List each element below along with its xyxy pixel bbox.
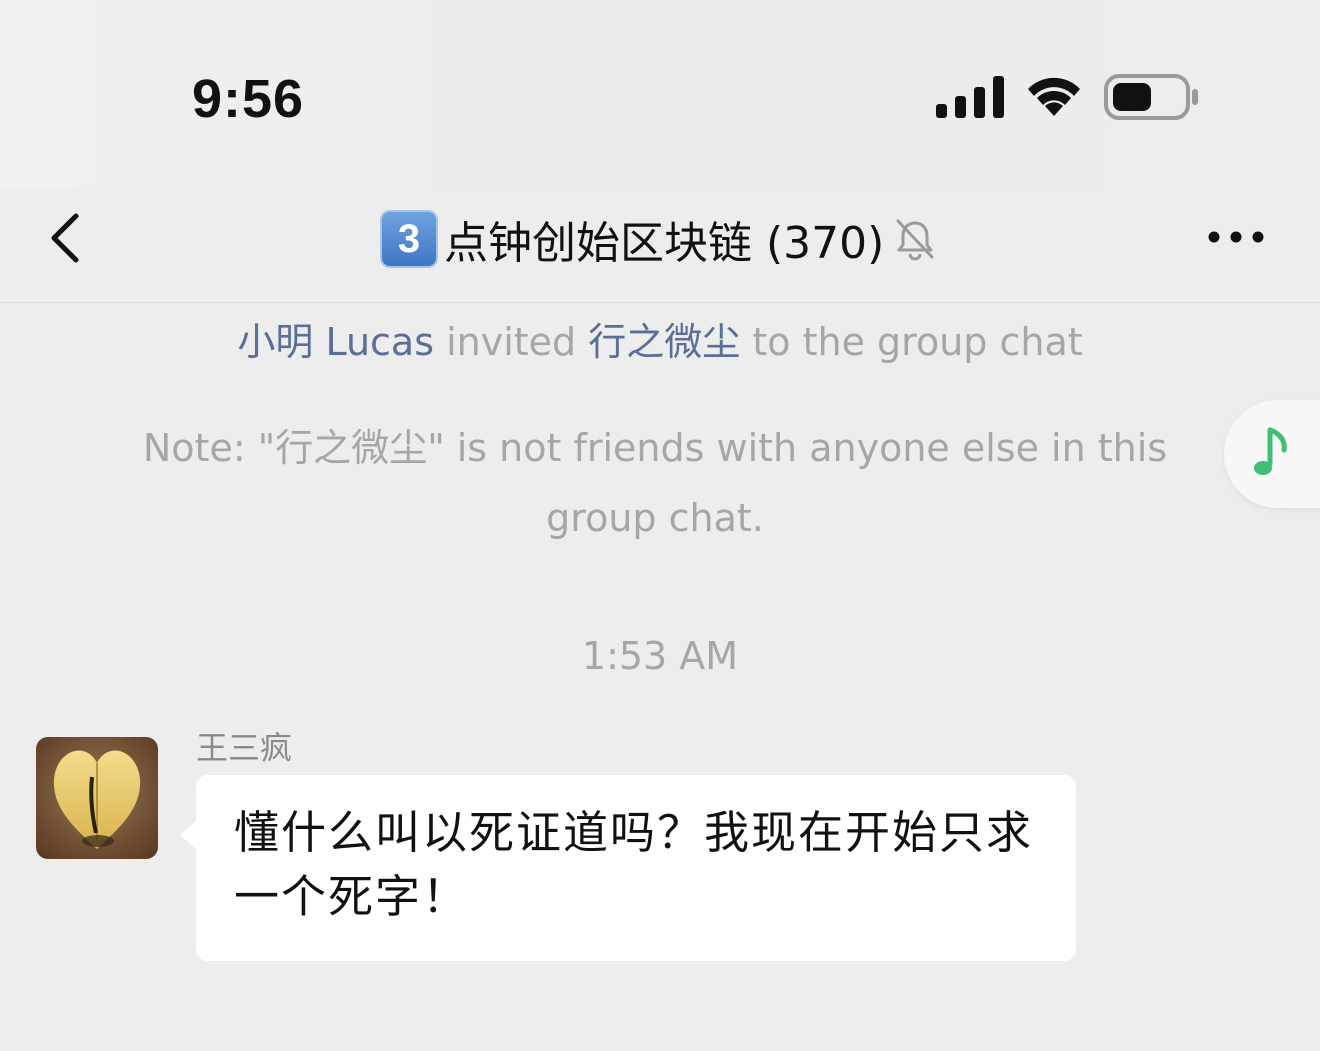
message-text: 懂什么叫以死证道吗？我现在开始只求一个死字！	[234, 806, 1034, 923]
message-bubble[interactable]: 懂什么叫以死证道吗？我现在开始只求一个死字！	[180, 775, 1076, 961]
cellular-signal-icon	[936, 76, 1004, 118]
status-time: 9:56	[192, 69, 305, 129]
status-bar: 9:56	[0, 0, 1320, 190]
chat-message-list[interactable]: 小明 Lucas invited 行之微尘 to the group chat …	[0, 303, 1320, 1051]
message-timestamp: 1:53 AM	[581, 634, 739, 678]
wifi-icon	[1028, 77, 1080, 116]
back-button[interactable]	[40, 208, 100, 268]
sender-avatar[interactable]	[36, 737, 158, 859]
battery-icon	[1104, 74, 1198, 120]
bell-slash-icon	[896, 219, 934, 261]
keycap-number-badge: 3	[380, 210, 438, 268]
more-options-button[interactable]	[1206, 226, 1266, 248]
system-note-message: Note: "行之微尘" is not friends with anyone …	[142, 426, 1168, 540]
invite-action-text: invited	[434, 320, 589, 364]
system-invite-message: 小明 Lucas invited 行之微尘 to the group chat	[0, 307, 1320, 377]
sender-name: 王三疯	[196, 729, 293, 767]
invitee-name-link[interactable]: 行之微尘	[588, 320, 740, 364]
chat-screen: 9:56 3 点钟创始区块链 (370) 小明 Lucas invited 行之…	[0, 0, 1320, 1051]
chat-title: 点钟创始区块链 (370)	[444, 218, 885, 269]
chat-title-area[interactable]: 3 点钟创始区块链 (370)	[380, 204, 936, 274]
music-note-icon	[1254, 427, 1287, 475]
inviter-name-link[interactable]: 小明 Lucas	[237, 320, 434, 364]
nav-bar: 3 点钟创始区块链 (370)	[0, 190, 1320, 303]
invite-suffix-text: to the group chat	[740, 320, 1083, 364]
